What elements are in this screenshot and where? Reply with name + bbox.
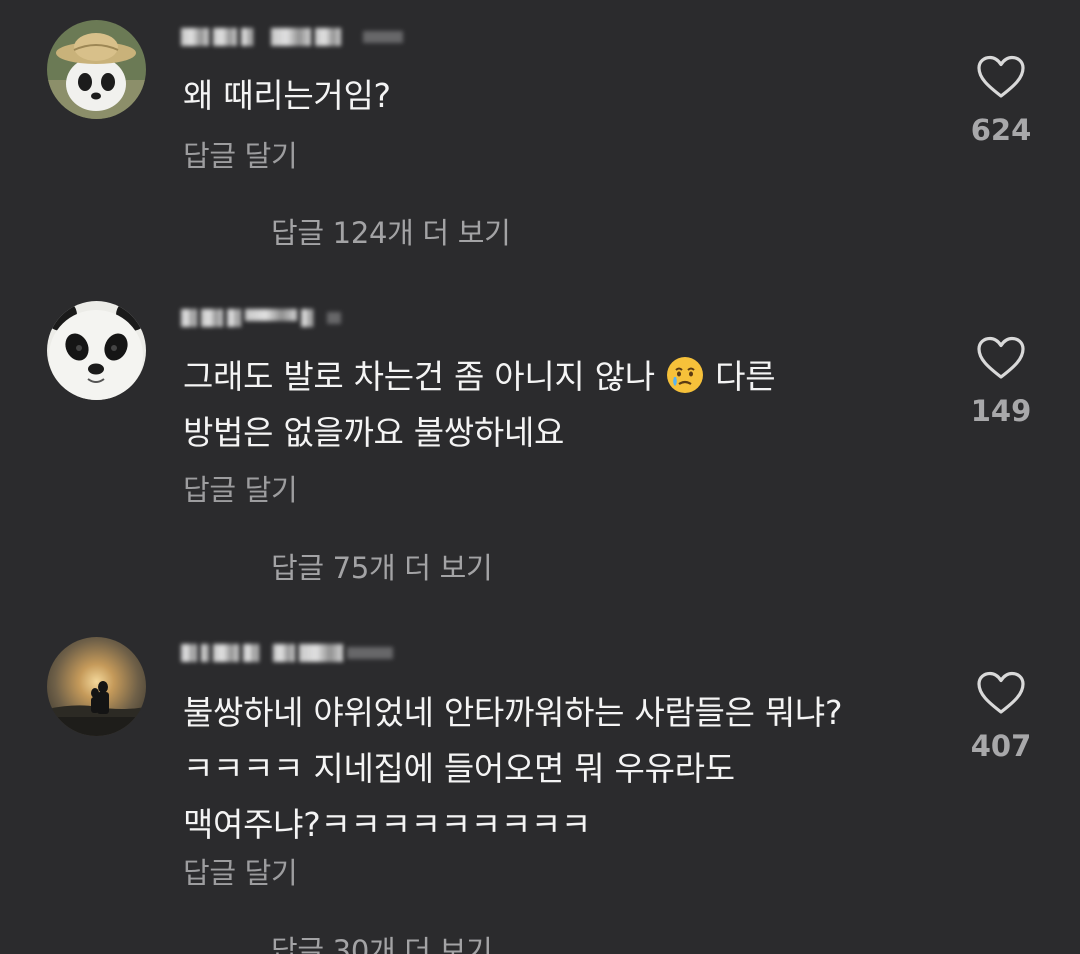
comment-text: 왜 때리는거임? — [183, 76, 391, 115]
heart-outline-icon[interactable] — [976, 55, 1026, 99]
username-redacted[interactable] — [181, 303, 341, 333]
panda-with-hat-avatar[interactable] — [47, 20, 146, 119]
heart-outline-icon[interactable] — [976, 671, 1026, 715]
reply-button[interactable]: 답글 달기 — [183, 467, 298, 509]
like-count: 624 — [970, 113, 1032, 147]
heart-outline-icon[interactable] — [976, 336, 1026, 380]
like-button[interactable]: 624 — [968, 55, 1034, 147]
crying-face-emoji — [666, 357, 703, 393]
like-button[interactable]: 407 — [968, 671, 1034, 763]
like-button[interactable]: 149 — [968, 336, 1034, 428]
username-redacted[interactable] — [181, 638, 393, 668]
panda-face-avatar[interactable] — [47, 301, 146, 400]
comment-text-part: 그래도 발로 차는건 좀 아니지 않나 — [183, 357, 665, 396]
reply-button[interactable]: 답글 달기 — [183, 850, 298, 892]
comment-feed: 왜 때리는거임? 답글 달기 답글 124개 더 보기 624 그래도 발로 차… — [0, 0, 1080, 954]
username-redacted[interactable] — [181, 22, 403, 52]
comment-text: 불쌍하네 야위었네 안타까워하는 사람들은 뭐냐? ㅋㅋㅋㅋ 지네집에 들어오면… — [183, 693, 843, 844]
comment-text: 그래도 발로 차는건 좀 아니지 않나 다른 방법은 없을까요 불쌍하네요 — [183, 349, 883, 461]
view-more-replies-button[interactable]: 답글 124개 더 보기 — [271, 210, 511, 252]
sunset-silhouette-avatar[interactable] — [47, 637, 146, 736]
reply-button[interactable]: 답글 달기 — [183, 133, 298, 175]
view-more-replies-button[interactable]: 답글 75개 더 보기 — [271, 545, 493, 587]
like-count: 407 — [970, 729, 1032, 763]
like-count: 149 — [970, 394, 1032, 428]
view-more-replies-button[interactable]: 답글 30개 더 보기 — [271, 928, 493, 954]
